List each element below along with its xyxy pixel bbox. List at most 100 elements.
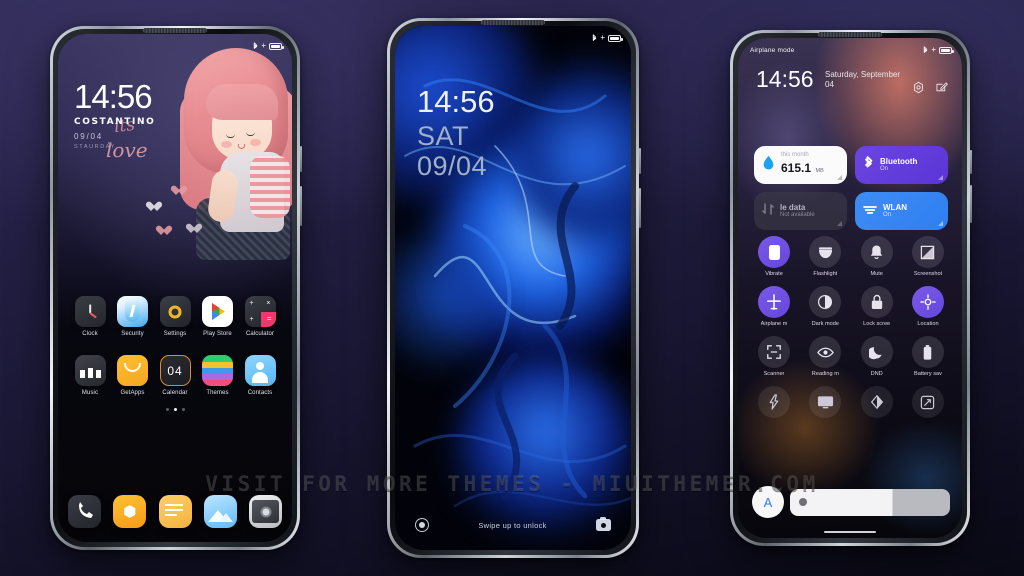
phone-dialer-icon[interactable] (68, 495, 101, 528)
phone1-date: 09/04 (74, 132, 104, 141)
card-bluetooth-title: Bluetooth (880, 156, 918, 166)
app-label: Calculator (245, 331, 274, 337)
phone3-status-bar: Airplane mode + (738, 38, 962, 58)
phone3-status-left: Airplane mode (750, 46, 795, 54)
app-contacts[interactable]: Contacts (242, 355, 278, 396)
phone3-power-button[interactable] (970, 150, 972, 174)
card-data-caption: this month (781, 152, 809, 159)
app-label: Security (121, 331, 144, 337)
toggle-label: Mute (870, 271, 883, 277)
toggle-location[interactable]: Location (904, 286, 952, 327)
toggle-scanner[interactable]: Scanner (750, 336, 798, 377)
toggle-reading-mode[interactable]: Reading m (801, 336, 849, 377)
phone1-dock (68, 495, 282, 528)
toggle-label: Vibrate (765, 271, 783, 277)
phone3-screen: Airplane mode + 14:56 Saturday, Septembe… (738, 38, 962, 538)
phone1-volume-button[interactable] (300, 186, 302, 226)
page-indicator[interactable] (58, 408, 292, 411)
bluetooth-icon (592, 34, 597, 42)
phone1-clock-widget: 14:56 COSTANTINO 09/04 STAURDAY (74, 80, 155, 150)
app-music[interactable]: Music (72, 355, 108, 396)
bluetooth-icon (923, 46, 928, 54)
app-settings[interactable]: Settings (157, 296, 193, 337)
toggle-airplane-mode[interactable]: Airplane m (750, 286, 798, 327)
phone3-inner-bezel: Airplane mode + 14:56 Saturday, Septembe… (733, 33, 967, 543)
card-data-value: 615.1 (781, 161, 812, 176)
toggle-row-1: Vibrate Flashlight Mute Screenshot (750, 236, 952, 277)
settings-gear-icon[interactable] (912, 81, 925, 94)
toggle-screen-rotate[interactable] (904, 386, 952, 421)
bell-mute-icon (860, 236, 893, 268)
moon-icon (860, 336, 893, 368)
toggle-flashlight[interactable]: Flashlight (801, 236, 849, 277)
camera-icon[interactable] (595, 517, 611, 531)
phone2-frame: + 14:56 SAT 09/04 Swipe up to unlock (387, 18, 639, 558)
phone2-volume-button[interactable] (639, 188, 641, 228)
toggle-vibrate[interactable]: Vibrate (750, 236, 798, 277)
phone1-weekday: STAURDAY (74, 144, 116, 150)
edit-pencil-icon[interactable] (935, 81, 948, 94)
lock-icon (860, 286, 893, 318)
cast-screen-icon (809, 386, 842, 418)
toggle-label: Airplane m (760, 321, 788, 327)
phone2-date: 09/04 (417, 151, 488, 182)
security-shield-icon (117, 296, 148, 327)
phone1-app-grid: Clock Security Settings Play Store + × +… (58, 292, 292, 542)
color-mode-icon (860, 386, 893, 418)
app-label: Settings (163, 331, 187, 337)
browser-icon[interactable] (113, 495, 147, 528)
lightning-icon (758, 386, 790, 418)
toggle-label: Location (917, 321, 939, 327)
page-dot (165, 408, 169, 411)
phone2-unlock-hint: Swipe up to unlock (478, 520, 547, 530)
gallery-icon[interactable] (203, 495, 237, 528)
brightness-slider[interactable] (790, 488, 950, 516)
app-play-store[interactable]: Play Store (200, 296, 236, 337)
phone3-header-actions (912, 81, 948, 94)
app-security[interactable]: Security (115, 296, 151, 337)
battery-icon (939, 46, 954, 54)
toggle-mute[interactable]: Mute (853, 236, 901, 277)
phone3-date: Saturday, September 04 (825, 69, 901, 89)
phone3-cards: this month 615.1 MB Bluetooth On le data… (754, 146, 948, 230)
app-calendar[interactable]: 04 Calendar (157, 355, 193, 396)
app-calculator[interactable]: + × + = Calculator (242, 296, 278, 337)
app-row-2: Music GetApps 04 Calendar Themes Contact… (58, 355, 292, 396)
card-mobile-data[interactable]: le data Not available (754, 192, 847, 230)
page-dot-active (173, 408, 177, 411)
card-wlan[interactable]: WLAN On (855, 192, 948, 230)
app-themes[interactable]: Themes (200, 355, 236, 396)
phone-lock-screen: + 14:56 SAT 09/04 Swipe up to unlock (387, 18, 641, 558)
charging-icon: + (261, 41, 266, 50)
toggle-dark-mode[interactable]: Dark mode (801, 286, 849, 327)
mobile-data-icon (762, 202, 774, 221)
flashlight-circle-icon[interactable] (415, 518, 429, 532)
toggle-lightning[interactable] (750, 386, 798, 421)
notes-icon[interactable] (158, 495, 192, 528)
battery-icon (608, 34, 623, 42)
toggle-color-mode[interactable] (853, 386, 901, 421)
home-indicator[interactable] (824, 530, 876, 533)
app-getapps[interactable]: GetApps (115, 355, 151, 396)
card-wlan-title: WLAN (883, 202, 907, 212)
phone3-volume-button[interactable] (970, 185, 972, 223)
phone1-power-button[interactable] (300, 146, 302, 172)
toggle-cast-screen[interactable] (801, 386, 849, 421)
phone1-inner-bezel: its love 14:56 COSTANTINO 09/04 STAURDAY (53, 29, 297, 547)
card-data-usage[interactable]: this month 615.1 MB (754, 146, 847, 184)
camera-icon[interactable] (249, 495, 282, 528)
toggle-lock-screen[interactable]: Lock scree (853, 286, 901, 327)
app-row-1: Clock Security Settings Play Store + × +… (58, 296, 292, 337)
card-bluetooth[interactable]: Bluetooth On (855, 146, 948, 184)
calculator-icon: + × + = (244, 296, 276, 327)
toggle-label: Screenshot (913, 271, 943, 277)
toggle-battery-saver[interactable]: Battery sav (904, 336, 952, 377)
phone2-status-bar: + (395, 26, 631, 46)
auto-brightness-button[interactable]: A (752, 486, 784, 518)
app-clock[interactable]: Clock (72, 296, 108, 337)
girl-illustration (166, 48, 292, 278)
toggle-dnd[interactable]: DND (853, 336, 901, 377)
clock-icon (74, 296, 106, 327)
toggle-screenshot[interactable]: Screenshot (904, 236, 952, 277)
phone2-power-button[interactable] (639, 148, 641, 174)
